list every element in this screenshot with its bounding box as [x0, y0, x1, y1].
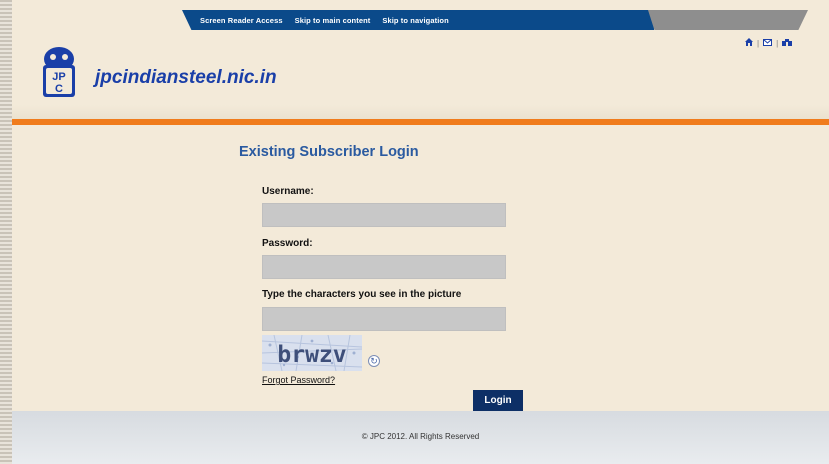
skip-to-navigation-link[interactable]: Skip to navigation	[382, 16, 448, 25]
screen-reader-access-link[interactable]: Screen Reader Access	[200, 16, 283, 25]
jpc-logo-icon: JP C	[43, 47, 75, 97]
captcha-image: brwzv	[261, 334, 363, 372]
password-label: Password:	[262, 238, 313, 249]
svg-text:JP: JP	[52, 71, 65, 83]
password-input[interactable]	[262, 255, 506, 279]
icon-separator: |	[776, 38, 779, 48]
skip-to-main-content-link[interactable]: Skip to main content	[295, 16, 371, 25]
site-name[interactable]: jpcindiansteel.nic.in	[95, 67, 277, 89]
login-title: Existing Subscriber Login	[239, 144, 419, 160]
captcha-text: brwzv	[277, 342, 346, 368]
captcha-label: Type the characters you see in the pictu…	[262, 289, 462, 300]
header-shade	[12, 105, 829, 119]
username-label: Username:	[262, 186, 314, 197]
top-accessibility-nav: Screen Reader Access Skip to main conten…	[182, 10, 654, 30]
header-orange-divider	[12, 119, 829, 125]
username-input[interactable]	[262, 203, 506, 227]
forgot-password-link[interactable]: Forgot Password?	[262, 375, 335, 385]
jpc-logo[interactable]: JP C	[36, 45, 82, 99]
icon-separator: |	[757, 38, 760, 48]
page-left-border	[0, 0, 12, 464]
top-nav-tail	[648, 10, 808, 30]
svg-text:C: C	[55, 83, 63, 95]
captcha-input[interactable]	[262, 307, 506, 331]
captcha-refresh-icon[interactable]: ↻	[368, 355, 380, 367]
footer: © JPC 2012. All Rights Reserved	[12, 411, 829, 464]
utility-icons: | |	[745, 38, 793, 48]
login-button[interactable]: Login	[473, 390, 523, 411]
mail-icon[interactable]	[763, 38, 773, 48]
footer-copyright: © JPC 2012. All Rights Reserved	[361, 432, 480, 441]
sitemap-icon[interactable]	[782, 38, 793, 48]
home-icon[interactable]	[745, 38, 753, 48]
